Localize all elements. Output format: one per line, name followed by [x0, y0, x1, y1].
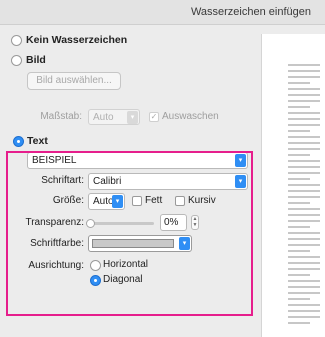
preview-text-line	[288, 148, 320, 150]
page-preview	[261, 34, 325, 337]
preview-text-line	[288, 124, 320, 126]
preview-text-line	[288, 202, 310, 204]
preview-text-line	[288, 76, 320, 78]
preview-text-line	[288, 220, 320, 222]
no-watermark-label[interactable]: Kein Wasserzeichen	[26, 34, 127, 46]
washout-checkbox[interactable]: ✓	[149, 112, 159, 122]
picture-radio[interactable]	[11, 55, 22, 66]
text-radio[interactable]	[13, 136, 24, 147]
text-label[interactable]: Text	[27, 135, 48, 147]
preview-text-line	[288, 94, 320, 96]
preview-text-line	[288, 226, 310, 228]
preview-text-line	[288, 100, 320, 102]
picture-label[interactable]: Bild	[26, 54, 46, 66]
preview-text-line	[288, 196, 320, 198]
preview-text-line	[288, 304, 320, 306]
preview-text-line	[288, 256, 320, 258]
preview-text-line	[288, 70, 320, 72]
preview-text-line	[288, 322, 310, 324]
scale-label: Maßstab:	[40, 111, 82, 122]
preview-text-line	[288, 268, 320, 270]
preview-text-line	[288, 88, 320, 90]
preview-text-line	[288, 118, 320, 120]
washout-label: Auswaschen	[162, 111, 219, 122]
preview-text-line	[288, 280, 320, 282]
preview-text-line	[288, 130, 310, 132]
preview-text-line	[288, 82, 310, 84]
preview-text-line	[288, 154, 310, 156]
preview-text-line	[288, 112, 320, 114]
preview-text-line	[288, 214, 320, 216]
preview-text-line	[288, 166, 320, 168]
preview-text-line	[288, 238, 320, 240]
preview-text-line	[288, 310, 320, 312]
text-options-highlight	[6, 151, 253, 316]
preview-text-line	[288, 106, 310, 108]
preview-text-line	[288, 184, 320, 186]
preview-text-line	[288, 262, 320, 264]
preview-text-line	[288, 298, 310, 300]
watermark-dialog: Kein Wasserzeichen Bild Bild auswählen..…	[0, 25, 325, 337]
preview-text-line	[288, 244, 320, 246]
preview-text-line	[288, 250, 310, 252]
preview-text-line	[288, 190, 320, 192]
preview-text-line	[288, 316, 320, 318]
no-watermark-radio[interactable]	[11, 35, 22, 46]
preview-text-line	[288, 172, 320, 174]
chevron-down-icon: ▾	[127, 111, 138, 124]
window-title: Wasserzeichen einfügen	[190, 6, 311, 18]
choose-picture-button[interactable]: Bild auswählen...	[27, 72, 121, 90]
preview-text-line	[288, 292, 320, 294]
preview-text-line	[288, 178, 310, 180]
preview-text-line	[288, 232, 320, 234]
preview-text-line	[288, 286, 320, 288]
title-bar: Wasserzeichen einfügen	[0, 0, 325, 25]
preview-text-line	[288, 136, 320, 138]
scale-value: Auto	[93, 112, 114, 123]
preview-text-line	[288, 274, 310, 276]
scale-select[interactable]: Auto ▾	[88, 109, 140, 125]
preview-text-line	[288, 64, 320, 66]
preview-text-line	[288, 160, 320, 162]
preview-text-line	[288, 208, 320, 210]
preview-text-line	[288, 142, 320, 144]
